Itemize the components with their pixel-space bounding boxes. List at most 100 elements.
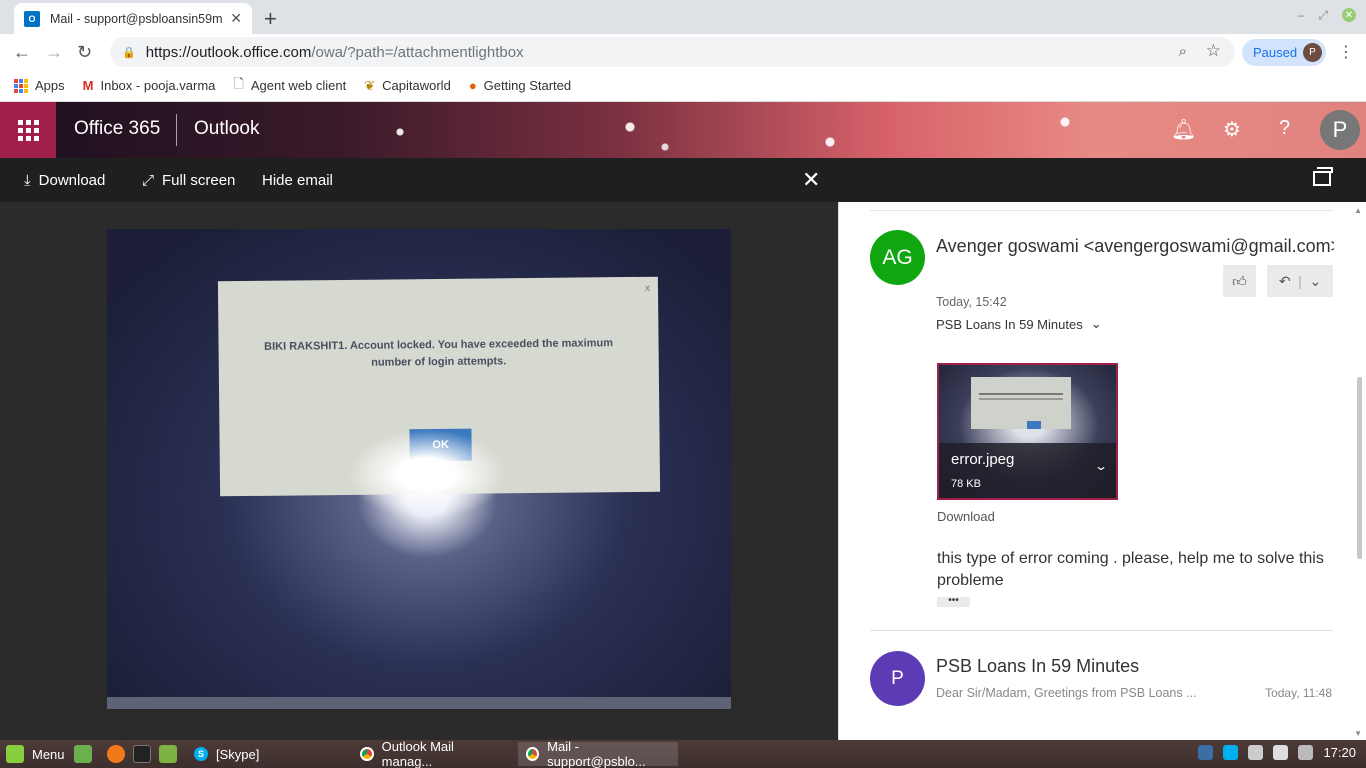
browser-tab-mail[interactable]: O Mail - support@psbloansin59mi ✕ (14, 3, 252, 34)
taskbar-skype[interactable]: S [Skype] (186, 742, 346, 766)
photo-dialog-message: BIKI RAKSHIT1. Account locked. You have … (264, 337, 614, 369)
bookmark-getting-started[interactable]: ● Getting Started (469, 78, 571, 93)
sender-name[interactable]: Avenger goswami <avengergoswami@gmail.co… (936, 236, 1334, 257)
taskbar-mail[interactable]: Mail - support@psblo... (518, 739, 678, 768)
lock-icon[interactable]: 🔒 (122, 46, 136, 59)
scroll-down-icon[interactable]: ▼ (1354, 729, 1362, 738)
bookmark-label: Inbox - pooja.varma (100, 78, 216, 93)
gmail-icon: M (82, 78, 94, 93)
capitaworld-icon: ❦ (364, 77, 376, 93)
bookmark-star-icon[interactable]: ☆ (1206, 41, 1221, 61)
next-message-time: Today, 11:48 (1265, 686, 1332, 700)
o365-header: Office 365 Outlook 🔔︎ ⚙ ? P (0, 102, 1366, 158)
hide-email-label: Hide email (262, 172, 333, 189)
settings-gear-icon[interactable]: ⚙ (1223, 117, 1241, 142)
attachment-card[interactable]: error.jpeg 78 KB ⌄ (937, 363, 1118, 500)
fullscreen-label: Full screen (162, 172, 236, 189)
thumbnail-text (979, 393, 1063, 395)
photo-taskbar (107, 697, 731, 709)
attachment-viewer: x BIKI RAKSHIT1. Account locked. You hav… (0, 202, 838, 740)
browser-menu-icon[interactable]: ⋮ (1338, 42, 1354, 62)
back-icon[interactable]: ← (13, 42, 31, 63)
network-icon[interactable] (1248, 745, 1264, 760)
reload-icon[interactable]: ↻ (77, 42, 92, 63)
close-lightbox-icon[interactable]: ✕ (802, 167, 820, 193)
profile-avatar: P (1303, 43, 1322, 62)
start-menu-button[interactable]: Menu (6, 745, 65, 763)
sender-avatar[interactable]: AG (870, 230, 925, 285)
expand-recipients-icon[interactable]: ⌄ (1091, 316, 1102, 332)
attachment-image[interactable]: x BIKI RAKSHIT1. Account locked. You hav… (107, 229, 731, 709)
bookmark-label: Agent web client (250, 78, 347, 93)
os-taskbar: Menu S [Skype] Outlook Mail manag... Mai… (0, 739, 1366, 768)
bookmark-agent-web-client[interactable]: 🗋 Agent web client (233, 75, 346, 97)
show-more-button[interactable]: ••• (937, 596, 970, 607)
minimize-icon[interactable]: – (1298, 8, 1305, 23)
address-bar[interactable]: 🔒 https://outlook.office.com/owa/?path=/… (110, 37, 1235, 67)
attachment-download-link[interactable]: Download (937, 509, 995, 524)
scroll-up-icon[interactable]: ▲ (1354, 206, 1362, 215)
hide-email-button[interactable]: Hide email (262, 172, 333, 189)
user-avatar[interactable]: P (1320, 110, 1360, 150)
popout-icon[interactable] (1313, 167, 1333, 186)
lightbox-command-bar: ⤓ Download ⤢ Full screen Hide email ✕ (0, 158, 1366, 202)
reading-pane-scrollbar[interactable] (1357, 377, 1362, 559)
bookmark-gmail-inbox[interactable]: M Inbox - pooja.varma (83, 78, 216, 93)
zoom-icon[interactable]: ⌕ (1179, 43, 1187, 60)
app-name[interactable]: Outlook (194, 118, 259, 140)
bookmark-label: Capitaworld (382, 78, 451, 93)
separator: | (1298, 273, 1302, 289)
shield-icon[interactable] (1198, 745, 1214, 760)
bookmark-apps[interactable]: Apps (14, 78, 65, 93)
waffle-icon (17, 119, 39, 141)
forward-icon[interactable]: → (45, 42, 63, 63)
clock[interactable]: 17:20 (1323, 745, 1356, 760)
files-icon[interactable] (159, 745, 177, 763)
firefox-launcher-icon[interactable] (107, 745, 125, 763)
profile-button[interactable]: Paused P (1242, 39, 1326, 66)
browser-toolbar: ← → ↻ 🔒 https://outlook.office.com/owa/?… (0, 34, 1366, 70)
tab-title: Mail - support@psbloansin59mi (50, 11, 222, 26)
task-label: Outlook Mail manag... (381, 739, 454, 768)
notifications-bell-icon[interactable]: 🔔︎ (1171, 117, 1196, 142)
tab-close-icon[interactable]: ✕ (230, 10, 242, 27)
next-sender-avatar[interactable]: P (870, 651, 925, 706)
restore-icon[interactable]: ⤢ (1318, 8, 1328, 23)
office365-brand[interactable]: Office 365 (74, 118, 160, 140)
new-tab-button[interactable]: + (264, 6, 277, 32)
download-icon: ⤓ (24, 172, 31, 189)
attachment-name: error.jpeg (951, 451, 1015, 468)
app-launcher-button[interactable] (0, 102, 56, 158)
task-label: Mail - support@psblo... (547, 739, 646, 768)
message-time: Today, 15:42 (936, 295, 1007, 309)
volume-icon[interactable] (1298, 745, 1314, 760)
reply-all-icon: ↶ (1278, 272, 1291, 289)
show-desktop-icon[interactable] (74, 745, 92, 763)
header-divider (176, 114, 177, 146)
attachment-size: 78 KB (951, 478, 981, 490)
divider (870, 630, 1333, 631)
photo-dialog-close: x (644, 282, 651, 294)
like-button[interactable]: 👍︎ (1223, 265, 1256, 297)
bookmarks-bar: Apps M Inbox - pooja.varma 🗋 Agent web c… (0, 70, 1366, 102)
message-body: this type of error coming . please, help… (937, 550, 1324, 589)
recipient[interactable]: PSB Loans In 59 Minutes ⌄ (936, 316, 1102, 332)
chevron-down-icon[interactable]: ⌄ (1309, 273, 1321, 290)
reply-button[interactable]: ↶ | ⌄ (1267, 265, 1333, 297)
help-icon[interactable]: ? (1279, 117, 1290, 140)
notification-icon[interactable] (1273, 745, 1289, 760)
attachment-menu-chevron-icon[interactable]: ⌄ (1094, 459, 1108, 473)
bookmark-capitaworld[interactable]: ❦ Capitaworld (364, 78, 451, 94)
terminal-icon[interactable] (133, 745, 151, 763)
next-message-preview[interactable]: Dear Sir/Madam, Greetings from PSB Loans… (936, 686, 1216, 700)
page-icon: 🗋 (233, 75, 244, 91)
window-close-icon[interactable]: ✕ (1342, 8, 1356, 22)
taskbar-outlook-manager[interactable]: Outlook Mail manag... (352, 739, 512, 768)
outlook-favicon-icon: O (24, 10, 40, 27)
window-controls: – ⤢ ✕ (1298, 8, 1356, 23)
fullscreen-button[interactable]: ⤢ Full screen (142, 172, 235, 189)
menu-label: Menu (32, 746, 65, 762)
download-button[interactable]: ⤓ Download (24, 172, 105, 189)
skype-tray-icon[interactable] (1223, 745, 1239, 760)
next-message-sender[interactable]: PSB Loans In 59 Minutes (936, 656, 1139, 677)
